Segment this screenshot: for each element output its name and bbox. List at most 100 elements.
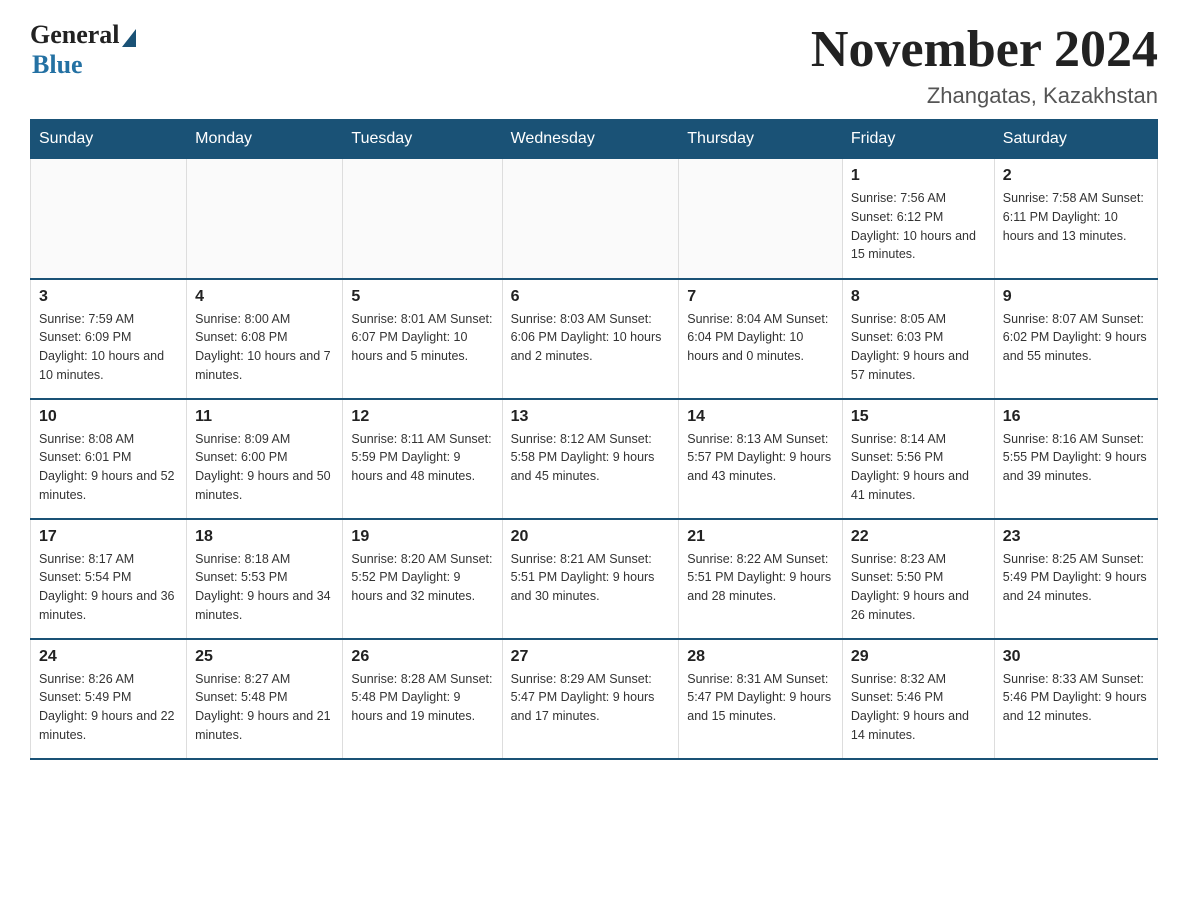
day-cell: 11 Sunrise: 8:09 AM Sunset: 6:00 PM Dayli…	[187, 399, 343, 519]
day-number: 25	[195, 648, 334, 666]
header-cell-friday: Friday	[842, 120, 994, 159]
day-number: 28	[687, 648, 834, 666]
day-cell: 21 Sunrise: 8:22 AM Sunset: 5:51 PM Dayli…	[679, 519, 843, 639]
day-cell: 29 Sunrise: 8:32 AM Sunset: 5:46 PM Dayli…	[842, 639, 994, 759]
day-cell	[343, 159, 502, 279]
day-number: 16	[1003, 408, 1149, 426]
day-cell	[679, 159, 843, 279]
day-info: Sunrise: 8:32 AM Sunset: 5:46 PM Dayligh…	[851, 670, 986, 745]
day-cell: 19 Sunrise: 8:20 AM Sunset: 5:52 PM Dayli…	[343, 519, 502, 639]
day-info: Sunrise: 8:23 AM Sunset: 5:50 PM Dayligh…	[851, 550, 986, 625]
calendar-header: SundayMondayTuesdayWednesdayThursdayFrid…	[31, 120, 1158, 159]
day-number: 4	[195, 288, 334, 306]
day-info: Sunrise: 8:26 AM Sunset: 5:49 PM Dayligh…	[39, 670, 178, 745]
header-cell-sunday: Sunday	[31, 120, 187, 159]
day-number: 7	[687, 288, 834, 306]
day-info: Sunrise: 8:18 AM Sunset: 5:53 PM Dayligh…	[195, 550, 334, 625]
day-number: 24	[39, 648, 178, 666]
day-info: Sunrise: 8:14 AM Sunset: 5:56 PM Dayligh…	[851, 430, 986, 505]
day-info: Sunrise: 8:13 AM Sunset: 5:57 PM Dayligh…	[687, 430, 834, 486]
day-cell: 14 Sunrise: 8:13 AM Sunset: 5:57 PM Dayli…	[679, 399, 843, 519]
title-block: November 2024 Zhangatas, Kazakhstan	[811, 20, 1158, 109]
day-info: Sunrise: 8:07 AM Sunset: 6:02 PM Dayligh…	[1003, 310, 1149, 366]
day-number: 30	[1003, 648, 1149, 666]
day-cell: 10 Sunrise: 8:08 AM Sunset: 6:01 PM Dayli…	[31, 399, 187, 519]
day-number: 14	[687, 408, 834, 426]
day-cell: 15Sunrise: 8:14 AM Sunset: 5:56 PM Dayli…	[842, 399, 994, 519]
day-info: Sunrise: 8:16 AM Sunset: 5:55 PM Dayligh…	[1003, 430, 1149, 486]
day-number: 20	[511, 528, 671, 546]
day-cell: 12 Sunrise: 8:11 AM Sunset: 5:59 PM Dayli…	[343, 399, 502, 519]
week-row-3: 10 Sunrise: 8:08 AM Sunset: 6:01 PM Dayli…	[31, 399, 1158, 519]
day-cell: 3Sunrise: 7:59 AM Sunset: 6:09 PM Daylig…	[31, 279, 187, 399]
day-info: Sunrise: 8:11 AM Sunset: 5:59 PM Dayligh…	[351, 430, 493, 486]
calendar-subtitle: Zhangatas, Kazakhstan	[811, 83, 1158, 109]
day-cell: 24 Sunrise: 8:26 AM Sunset: 5:49 PM Dayli…	[31, 639, 187, 759]
day-info: Sunrise: 8:21 AM Sunset: 5:51 PM Dayligh…	[511, 550, 671, 606]
day-info: Sunrise: 8:09 AM Sunset: 6:00 PM Dayligh…	[195, 430, 334, 505]
day-number: 19	[351, 528, 493, 546]
day-info: Sunrise: 8:25 AM Sunset: 5:49 PM Dayligh…	[1003, 550, 1149, 606]
day-info: Sunrise: 8:04 AM Sunset: 6:04 PM Dayligh…	[687, 310, 834, 366]
day-info: Sunrise: 8:22 AM Sunset: 5:51 PM Dayligh…	[687, 550, 834, 606]
calendar-table: SundayMondayTuesdayWednesdayThursdayFrid…	[30, 119, 1158, 760]
week-row-4: 17Sunrise: 8:17 AM Sunset: 5:54 PM Dayli…	[31, 519, 1158, 639]
day-info: Sunrise: 7:58 AM Sunset: 6:11 PM Dayligh…	[1003, 189, 1149, 245]
page-header: General Blue November 2024 Zhangatas, Ka…	[30, 20, 1158, 109]
day-cell: 30 Sunrise: 8:33 AM Sunset: 5:46 PM Dayli…	[994, 639, 1157, 759]
day-cell: 5 Sunrise: 8:01 AM Sunset: 6:07 PM Daylig…	[343, 279, 502, 399]
day-number: 6	[511, 288, 671, 306]
day-info: Sunrise: 8:31 AM Sunset: 5:47 PM Dayligh…	[687, 670, 834, 726]
day-cell: 9 Sunrise: 8:07 AM Sunset: 6:02 PM Daylig…	[994, 279, 1157, 399]
day-info: Sunrise: 8:20 AM Sunset: 5:52 PM Dayligh…	[351, 550, 493, 606]
day-info: Sunrise: 8:28 AM Sunset: 5:48 PM Dayligh…	[351, 670, 493, 726]
day-number: 21	[687, 528, 834, 546]
day-number: 27	[511, 648, 671, 666]
day-number: 2	[1003, 167, 1149, 185]
logo: General Blue	[30, 20, 136, 80]
day-cell: 22 Sunrise: 8:23 AM Sunset: 5:50 PM Dayli…	[842, 519, 994, 639]
day-info: Sunrise: 8:01 AM Sunset: 6:07 PM Dayligh…	[351, 310, 493, 366]
day-number: 12	[351, 408, 493, 426]
day-number: 29	[851, 648, 986, 666]
day-cell: 6 Sunrise: 8:03 AM Sunset: 6:06 PM Daylig…	[502, 279, 679, 399]
calendar-title: November 2024	[811, 20, 1158, 79]
day-cell: 26Sunrise: 8:28 AM Sunset: 5:48 PM Dayli…	[343, 639, 502, 759]
day-info: Sunrise: 8:12 AM Sunset: 5:58 PM Dayligh…	[511, 430, 671, 486]
day-cell: 13 Sunrise: 8:12 AM Sunset: 5:58 PM Dayli…	[502, 399, 679, 519]
calendar-body: 1Sunrise: 7:56 AM Sunset: 6:12 PM Daylig…	[31, 159, 1158, 759]
day-number: 18	[195, 528, 334, 546]
week-row-2: 3Sunrise: 7:59 AM Sunset: 6:09 PM Daylig…	[31, 279, 1158, 399]
header-cell-monday: Monday	[187, 120, 343, 159]
day-info: Sunrise: 8:29 AM Sunset: 5:47 PM Dayligh…	[511, 670, 671, 726]
day-info: Sunrise: 8:05 AM Sunset: 6:03 PM Dayligh…	[851, 310, 986, 385]
day-info: Sunrise: 8:17 AM Sunset: 5:54 PM Dayligh…	[39, 550, 178, 625]
day-info: Sunrise: 7:56 AM Sunset: 6:12 PM Dayligh…	[851, 189, 986, 264]
logo-blue-text: Blue	[32, 50, 83, 80]
day-number: 10	[39, 408, 178, 426]
header-cell-wednesday: Wednesday	[502, 120, 679, 159]
header-cell-tuesday: Tuesday	[343, 120, 502, 159]
day-number: 9	[1003, 288, 1149, 306]
day-cell	[187, 159, 343, 279]
week-row-5: 24 Sunrise: 8:26 AM Sunset: 5:49 PM Dayli…	[31, 639, 1158, 759]
day-cell: 17Sunrise: 8:17 AM Sunset: 5:54 PM Dayli…	[31, 519, 187, 639]
day-cell: 8 Sunrise: 8:05 AM Sunset: 6:03 PM Daylig…	[842, 279, 994, 399]
day-info: Sunrise: 8:08 AM Sunset: 6:01 PM Dayligh…	[39, 430, 178, 505]
logo-general-text: General	[30, 20, 120, 50]
day-cell: 28 Sunrise: 8:31 AM Sunset: 5:47 PM Dayli…	[679, 639, 843, 759]
day-info: Sunrise: 8:27 AM Sunset: 5:48 PM Dayligh…	[195, 670, 334, 745]
day-number: 23	[1003, 528, 1149, 546]
day-number: 22	[851, 528, 986, 546]
header-cell-thursday: Thursday	[679, 120, 843, 159]
week-row-1: 1Sunrise: 7:56 AM Sunset: 6:12 PM Daylig…	[31, 159, 1158, 279]
day-cell: 18 Sunrise: 8:18 AM Sunset: 5:53 PM Dayli…	[187, 519, 343, 639]
day-info: Sunrise: 8:33 AM Sunset: 5:46 PM Dayligh…	[1003, 670, 1149, 726]
day-number: 11	[195, 408, 334, 426]
day-number: 5	[351, 288, 493, 306]
day-number: 8	[851, 288, 986, 306]
day-info: Sunrise: 8:03 AM Sunset: 6:06 PM Dayligh…	[511, 310, 671, 366]
day-number: 13	[511, 408, 671, 426]
header-row: SundayMondayTuesdayWednesdayThursdayFrid…	[31, 120, 1158, 159]
day-cell: 25 Sunrise: 8:27 AM Sunset: 5:48 PM Dayli…	[187, 639, 343, 759]
